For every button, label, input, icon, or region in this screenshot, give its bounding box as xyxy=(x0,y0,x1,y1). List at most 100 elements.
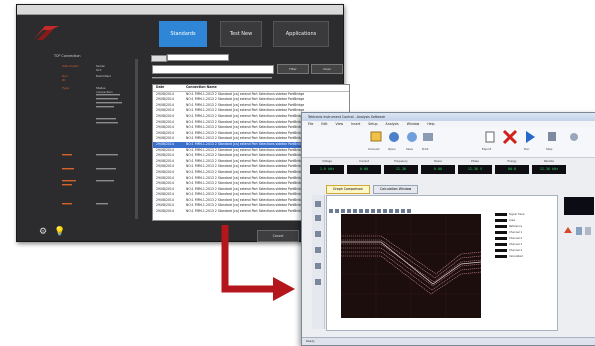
tab-graph-comparison[interactable]: Graph Comparison xyxy=(326,185,370,194)
tool-sidebar xyxy=(312,195,325,329)
settings-detail-lines xyxy=(62,94,122,205)
alert-icons[interactable] xyxy=(560,223,594,243)
legend-entry: Signal trace xyxy=(495,212,545,217)
list-item-name: NO:1 FMM-1-2013 2 Standard [ca] extend P… xyxy=(186,102,305,107)
tab-standards[interactable]: Standards xyxy=(159,21,207,47)
list-item-name: NO:1 FMM-1-2013 2 Standard [ca] extend P… xyxy=(186,175,305,180)
legend-entry: Area xyxy=(495,218,545,223)
ribbon-label: Run xyxy=(524,147,530,151)
menu-item[interactable]: File xyxy=(308,122,313,126)
meter: Energy 00.0 xyxy=(495,160,529,174)
tab-applications[interactable]: Applications xyxy=(273,21,329,47)
tab-test-new[interactable]: Test New xyxy=(220,21,262,47)
legend-label: Signal trace xyxy=(509,213,525,216)
list-item-name: NO:1 FMM-1-2013 2 Standard [ca] extend P… xyxy=(186,119,305,124)
legend-label: Channel 4 xyxy=(509,249,523,252)
setting-value: Serial Ord xyxy=(96,64,105,72)
legend-entry: Channel 1 xyxy=(495,230,545,235)
legend-swatch xyxy=(495,237,507,240)
list-item-name: NO:1 FMM-1-2013 2 Standard [ca] extend P… xyxy=(186,130,305,135)
stop-icon[interactable] xyxy=(546,129,558,145)
filter-button[interactable]: Filter xyxy=(277,64,309,74)
list-header: Date Connection Name xyxy=(153,85,349,92)
legend-swatch xyxy=(495,243,507,246)
legend-entry: Channel 4 xyxy=(495,248,545,253)
tab-calculation-window[interactable]: Calculation Window xyxy=(372,185,419,194)
meter: Phase 12.36 V xyxy=(458,160,492,174)
filter-label-box xyxy=(151,55,167,62)
list-item-name: NO:1 FMM-1-2013 2 Standard [ca] extend P… xyxy=(186,141,305,146)
list-item-name: NO:1 FMM-1-2013 2 Standard [ca] extend P… xyxy=(186,147,305,152)
list-item-name: NO:1 FMM-1-2013 2 Standard [ca] extend P… xyxy=(186,153,305,158)
column-header: Connection Name xyxy=(186,85,217,89)
list-caption-lines xyxy=(152,77,272,79)
list-item-name: NO:1 FMM-1-2013 2 Standard [ca] extend P… xyxy=(186,209,305,214)
meter: Frequency 12.36 xyxy=(384,160,418,174)
gear-icon[interactable]: ⚙ xyxy=(39,227,47,237)
meter: Remote 12.36 kHz xyxy=(532,160,566,174)
flow-arrow-icon xyxy=(221,225,295,301)
legend-swatch xyxy=(495,249,507,252)
ribbon-label: Print xyxy=(422,147,429,151)
legend-entry: Channel 2 xyxy=(495,236,545,241)
app-logo-icon xyxy=(33,26,59,40)
setting-value: Delimited xyxy=(96,74,111,78)
list-item-name: NO:1 FMM-1-2013 2 Standard [ca] extend P… xyxy=(186,192,305,197)
play-icon[interactable] xyxy=(524,129,536,145)
menu-item[interactable]: Analysis xyxy=(386,122,399,126)
legend-label: Channel 3 xyxy=(509,243,523,246)
list-item-name: NO:1 FMM-1-2013 2 Standard [ca] extend P… xyxy=(186,197,305,202)
settings-icon[interactable] xyxy=(568,129,580,145)
open-icon[interactable] xyxy=(388,129,400,145)
meter-value: 1.6 kHz xyxy=(310,165,344,174)
left-scrollbar[interactable] xyxy=(135,59,138,219)
export-icon[interactable] xyxy=(484,129,496,145)
menu-item[interactable]: Setup xyxy=(368,122,377,126)
legend-swatch xyxy=(495,255,507,258)
connect-icon[interactable] xyxy=(370,129,382,145)
waveform-plot[interactable] xyxy=(341,214,481,318)
meter: Current 0.00 xyxy=(347,160,381,174)
legend-swatch xyxy=(495,231,507,234)
menu-item[interactable]: Insert xyxy=(351,122,360,126)
ribbon-toolbar: Connect Open Save Print Export Run Stop xyxy=(302,127,595,158)
list-item-name: NO:1 FMM-1-2013 2 Standard [ca] extend P… xyxy=(186,164,305,169)
list-item-name: NO:1 FMM-1-2013 2 Standard [ca] extend P… xyxy=(186,125,305,130)
menu-item[interactable]: Window xyxy=(407,122,420,126)
list-item-name: NO:1 FMM-1-2013 2 Standard [ca] extend P… xyxy=(186,203,305,208)
right-panel xyxy=(560,193,594,333)
save-icon[interactable] xyxy=(406,129,418,145)
legend-label: Channel 2 xyxy=(509,237,523,240)
graph-pane: Signal trace Area Reference Channel 1 Channe… xyxy=(326,195,558,331)
display-block xyxy=(564,197,594,215)
menu-item[interactable]: Edit xyxy=(321,122,327,126)
graph-tabs: Graph Comparison Calculation Window xyxy=(326,185,420,194)
setting-key: Run ID xyxy=(62,74,68,82)
menu-item[interactable]: Help xyxy=(427,122,434,126)
legend-label: Channel 1 xyxy=(509,231,523,234)
legend-label: Area xyxy=(509,219,515,222)
graph-toolbar[interactable] xyxy=(329,198,413,213)
column-header: Date xyxy=(156,85,165,89)
ribbon-label: Stop xyxy=(546,147,553,151)
ribbon-label: Export xyxy=(482,147,492,151)
legend-entry: Channel 3 xyxy=(495,242,545,247)
filter-dropdown[interactable] xyxy=(167,54,229,61)
clear-button[interactable]: Clear xyxy=(311,64,343,74)
list-item-name: NO:1 FMM-1-2013 2 Standard [ca] extend P… xyxy=(186,113,305,118)
meter-value: 00.0 xyxy=(495,165,529,174)
meter: Power 0.00 xyxy=(421,160,455,174)
close-red-icon[interactable] xyxy=(502,129,518,145)
connection-window-titlebar xyxy=(17,5,343,15)
lightbulb-icon[interactable]: 💡 xyxy=(54,227,65,237)
ribbon-label: Open xyxy=(388,147,396,151)
list-item-name: NO:1 FMM-1-2013 2 Standard [ca] extend P… xyxy=(186,181,305,186)
tool-icons[interactable] xyxy=(312,195,324,325)
legend-swatch xyxy=(495,225,507,228)
print-icon[interactable] xyxy=(422,129,434,145)
connection-window: Standards Test New Applications TCP Conn… xyxy=(16,4,350,242)
meter: Voltage 1.6 kHz xyxy=(310,160,344,174)
search-input[interactable] xyxy=(152,65,274,74)
legend-label: Reference xyxy=(509,225,523,228)
menu-item[interactable]: View xyxy=(336,122,344,126)
